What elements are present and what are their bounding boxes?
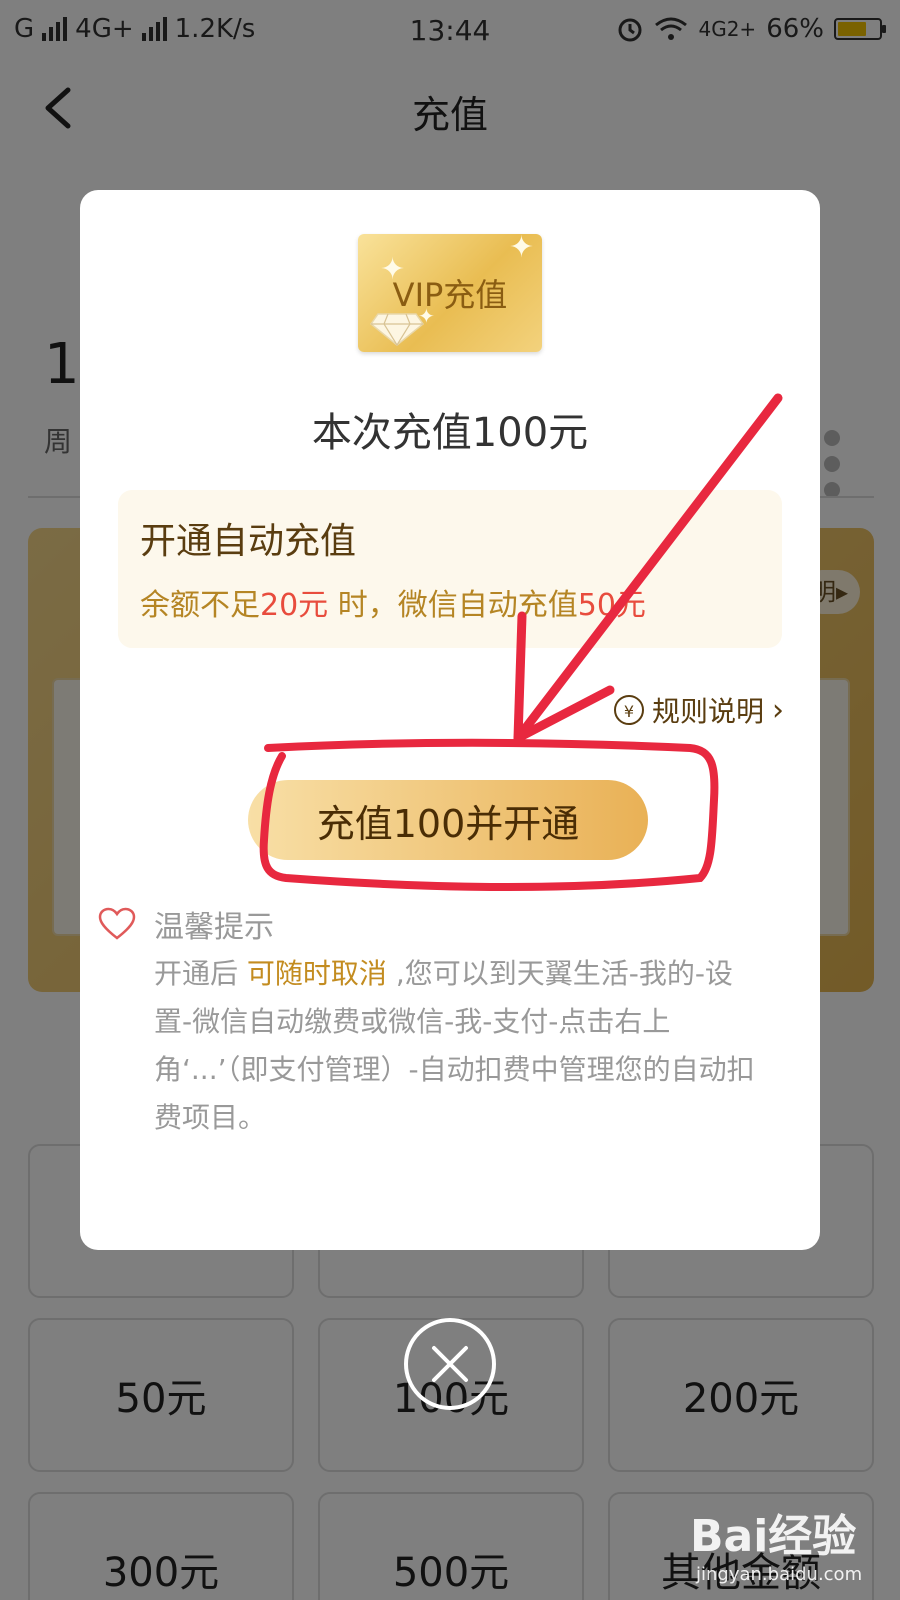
tip-header: 温馨提示 — [98, 902, 274, 946]
shield-yuan-icon: ¥ — [613, 695, 644, 725]
close-button[interactable] — [404, 1318, 496, 1410]
rules-link[interactable]: ¥ 规则说明 › — [613, 690, 784, 730]
chevron-right-icon: › — [772, 692, 784, 728]
tip-title: 温馨提示 — [154, 910, 274, 945]
auto-recharge-description: 余额不足20元 时，微信自动充值50元 — [140, 588, 646, 623]
tip-text: 开通后 可随时取消 ,您可以到天翼生活-我的-设置-微信自动缴费或微信-我-支付… — [154, 957, 755, 1134]
auto-recharge-title: 开通自动充值 — [140, 521, 357, 562]
sparkle-icon: ✦ — [508, 230, 534, 265]
recharge-amount-title: 本次充值100元 — [311, 410, 589, 456]
auto-recharge-amount: 50元 — [577, 588, 646, 623]
watermark-url: jingyan.baidu.com — [696, 1564, 863, 1585]
close-icon — [432, 1346, 468, 1382]
baidu-watermark: Bai经验 jingyan.baidu.com — [690, 1500, 862, 1585]
rules-label: 规则说明 — [651, 695, 764, 728]
vip-badge: ✦ ✦ ✦ VIP充值 — [358, 230, 542, 352]
diamond-icon — [370, 313, 424, 346]
recharge-enable-button[interactable]: 充值100并开通 — [248, 780, 648, 860]
threshold-amount: 20元 — [260, 588, 329, 623]
heart-icon — [98, 907, 136, 940]
watermark-logo: Bai经验 — [690, 1511, 857, 1562]
cancel-anytime-text: 可随时取消 — [246, 957, 387, 990]
auto-recharge-box: 开通自动充值 余额不足20元 时，微信自动充值50元 — [118, 490, 782, 648]
vip-badge-text: VIP充值 — [392, 276, 508, 314]
recharge-dialog: ✦ ✦ ✦ VIP充值 本次充值100元 开通自动充值 余额不足20元 时，微信… — [80, 190, 820, 1250]
